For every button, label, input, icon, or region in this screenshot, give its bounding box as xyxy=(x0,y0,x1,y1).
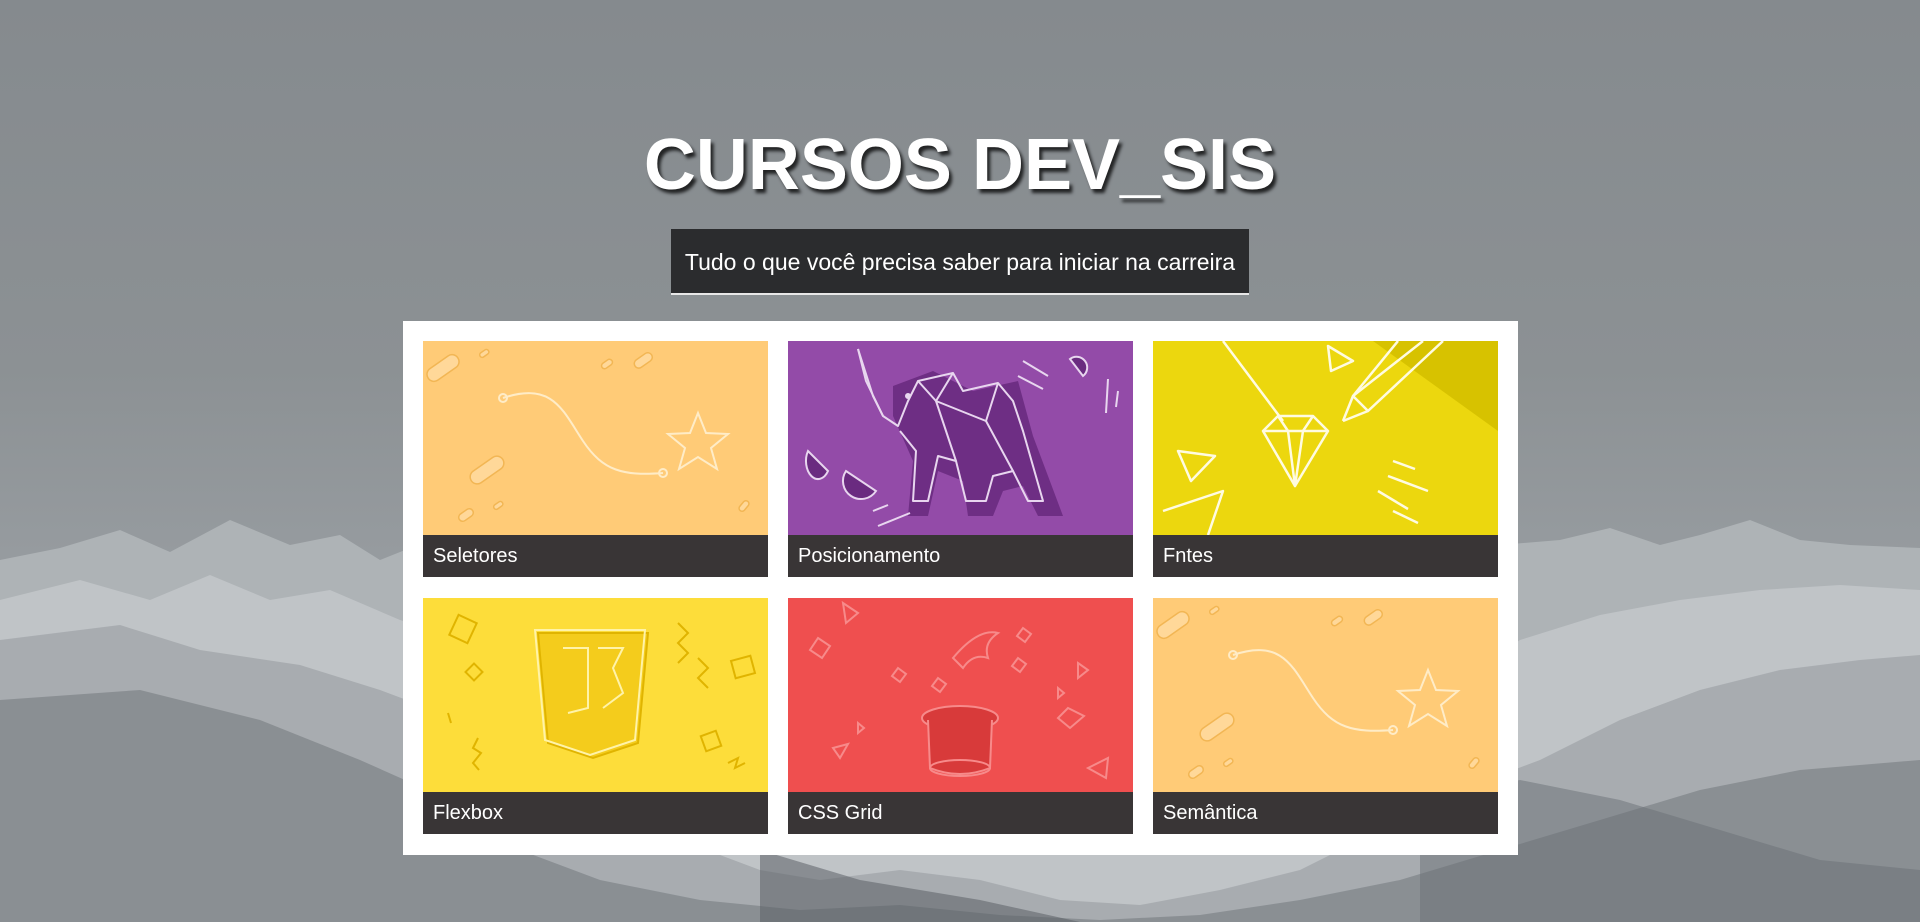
course-card-label: CSS Grid xyxy=(788,792,1133,834)
subtitle-banner: Tudo o que você precisa saber para inici… xyxy=(671,229,1249,295)
course-card-label: Seletores xyxy=(423,535,768,577)
course-card-fntes[interactable]: Fntes xyxy=(1153,341,1498,577)
shooting-star-illustration-icon xyxy=(1153,598,1498,792)
course-card-semantica[interactable]: Semântica xyxy=(1153,598,1498,834)
page-title: CURSOS DEV_SIS xyxy=(643,125,1277,205)
course-card-label: Semântica xyxy=(1153,792,1498,834)
courses-panel: Seletores Posicionamento Fntes Flexbox C… xyxy=(403,321,1518,855)
course-card-label: Fntes xyxy=(1153,535,1498,577)
diamond-pencil-illustration-icon xyxy=(1153,341,1498,535)
course-card-label: Posicionamento xyxy=(788,535,1133,577)
course-card-css-grid[interactable]: CSS Grid xyxy=(788,598,1133,834)
shooting-star-illustration-icon xyxy=(423,341,768,535)
course-card-flexbox[interactable]: Flexbox xyxy=(423,598,768,834)
origami-elephant-illustration-icon xyxy=(788,341,1133,535)
js-shield-illustration-icon xyxy=(423,598,768,792)
course-card-label: Flexbox xyxy=(423,792,768,834)
course-card-posicionamento[interactable]: Posicionamento xyxy=(788,341,1133,577)
course-card-seletores[interactable]: Seletores xyxy=(423,341,768,577)
magic-hat-illustration-icon xyxy=(788,598,1133,792)
